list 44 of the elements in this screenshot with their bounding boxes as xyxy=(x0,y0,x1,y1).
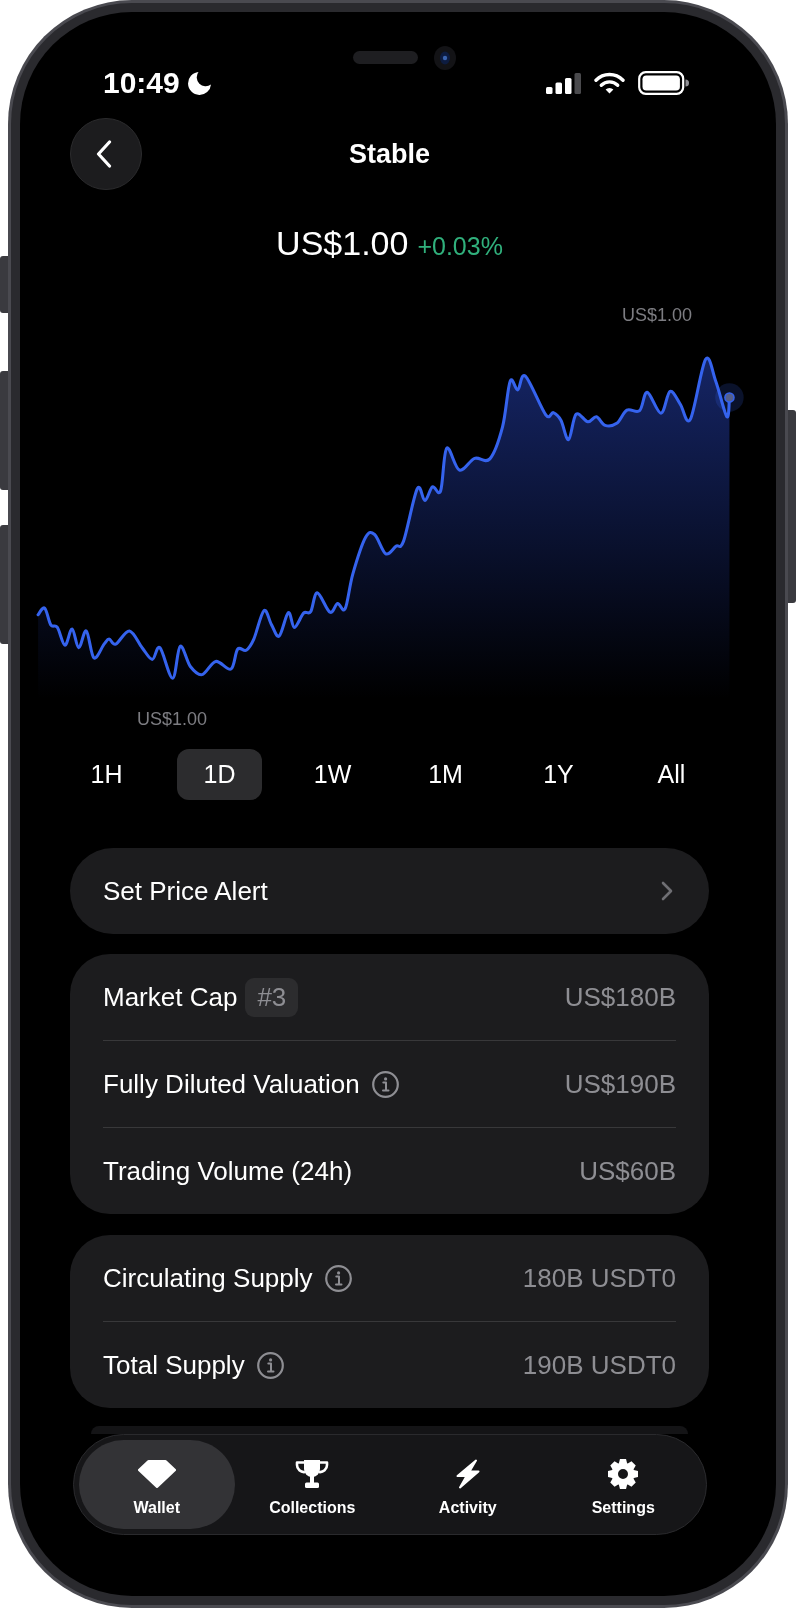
chart-high-label: US$1.00 xyxy=(621,304,692,326)
stat-value: US$180B xyxy=(564,981,676,1013)
price-value: US$1.00 xyxy=(276,223,409,263)
range-tab[interactable]: 1H xyxy=(64,749,149,800)
settings-icon xyxy=(607,1458,640,1490)
stat-value: 190B USDT0 xyxy=(522,1349,676,1381)
speaker-grille xyxy=(353,51,418,64)
stat-value: US$190B xyxy=(564,1068,676,1100)
stat-label: Trading Volume (24h) xyxy=(103,1155,353,1187)
price-alert-button[interactable]: Set Price Alert xyxy=(70,848,709,934)
rank-badge: #3 xyxy=(245,977,299,1017)
info-icon[interactable] xyxy=(371,1070,399,1098)
current-price-dot-icon xyxy=(715,383,744,412)
info-icon[interactable] xyxy=(324,1264,352,1292)
stat-value: US$60B xyxy=(579,1155,676,1187)
wifi-icon xyxy=(594,72,625,94)
range-tab[interactable]: 1M xyxy=(403,749,488,800)
stat-label: Market Cap xyxy=(103,981,238,1013)
back-icon xyxy=(96,140,112,168)
tab-bar-item[interactable]: Collections xyxy=(234,1440,390,1529)
status-time: 10:49 xyxy=(103,68,180,98)
price-change: +0.03% xyxy=(417,231,503,262)
tab-bar-item[interactable]: Wallet xyxy=(79,1440,235,1529)
stat-label: Fully Diluted Valuation xyxy=(103,1068,360,1100)
battery-icon xyxy=(638,71,689,95)
screen-title: Stable xyxy=(349,138,430,171)
range-tab[interactable]: 1W xyxy=(290,749,375,800)
trophy-icon xyxy=(295,1459,330,1489)
chevron-right-icon xyxy=(661,881,673,901)
camera-lens-icon xyxy=(434,46,456,70)
chart-low-label: US$1.00 xyxy=(137,708,208,730)
range-tab[interactable]: 1D xyxy=(177,749,262,800)
stat-label: Total Supply xyxy=(103,1349,245,1381)
stat-label: Circulating Supply xyxy=(103,1262,313,1294)
range-tab[interactable]: All xyxy=(629,749,714,800)
moon-icon xyxy=(187,71,211,95)
diamond-icon xyxy=(137,1460,176,1488)
info-icon[interactable] xyxy=(256,1351,284,1379)
tab-bar-item[interactable]: Activity xyxy=(390,1440,546,1529)
lightning-bolt-icon xyxy=(454,1459,481,1489)
signal-icon xyxy=(546,72,581,94)
stat-value: 180B USDT0 xyxy=(522,1262,676,1294)
range-tab[interactable]: 1Y xyxy=(516,749,601,800)
tab-bar-item[interactable]: Settings xyxy=(545,1440,701,1529)
